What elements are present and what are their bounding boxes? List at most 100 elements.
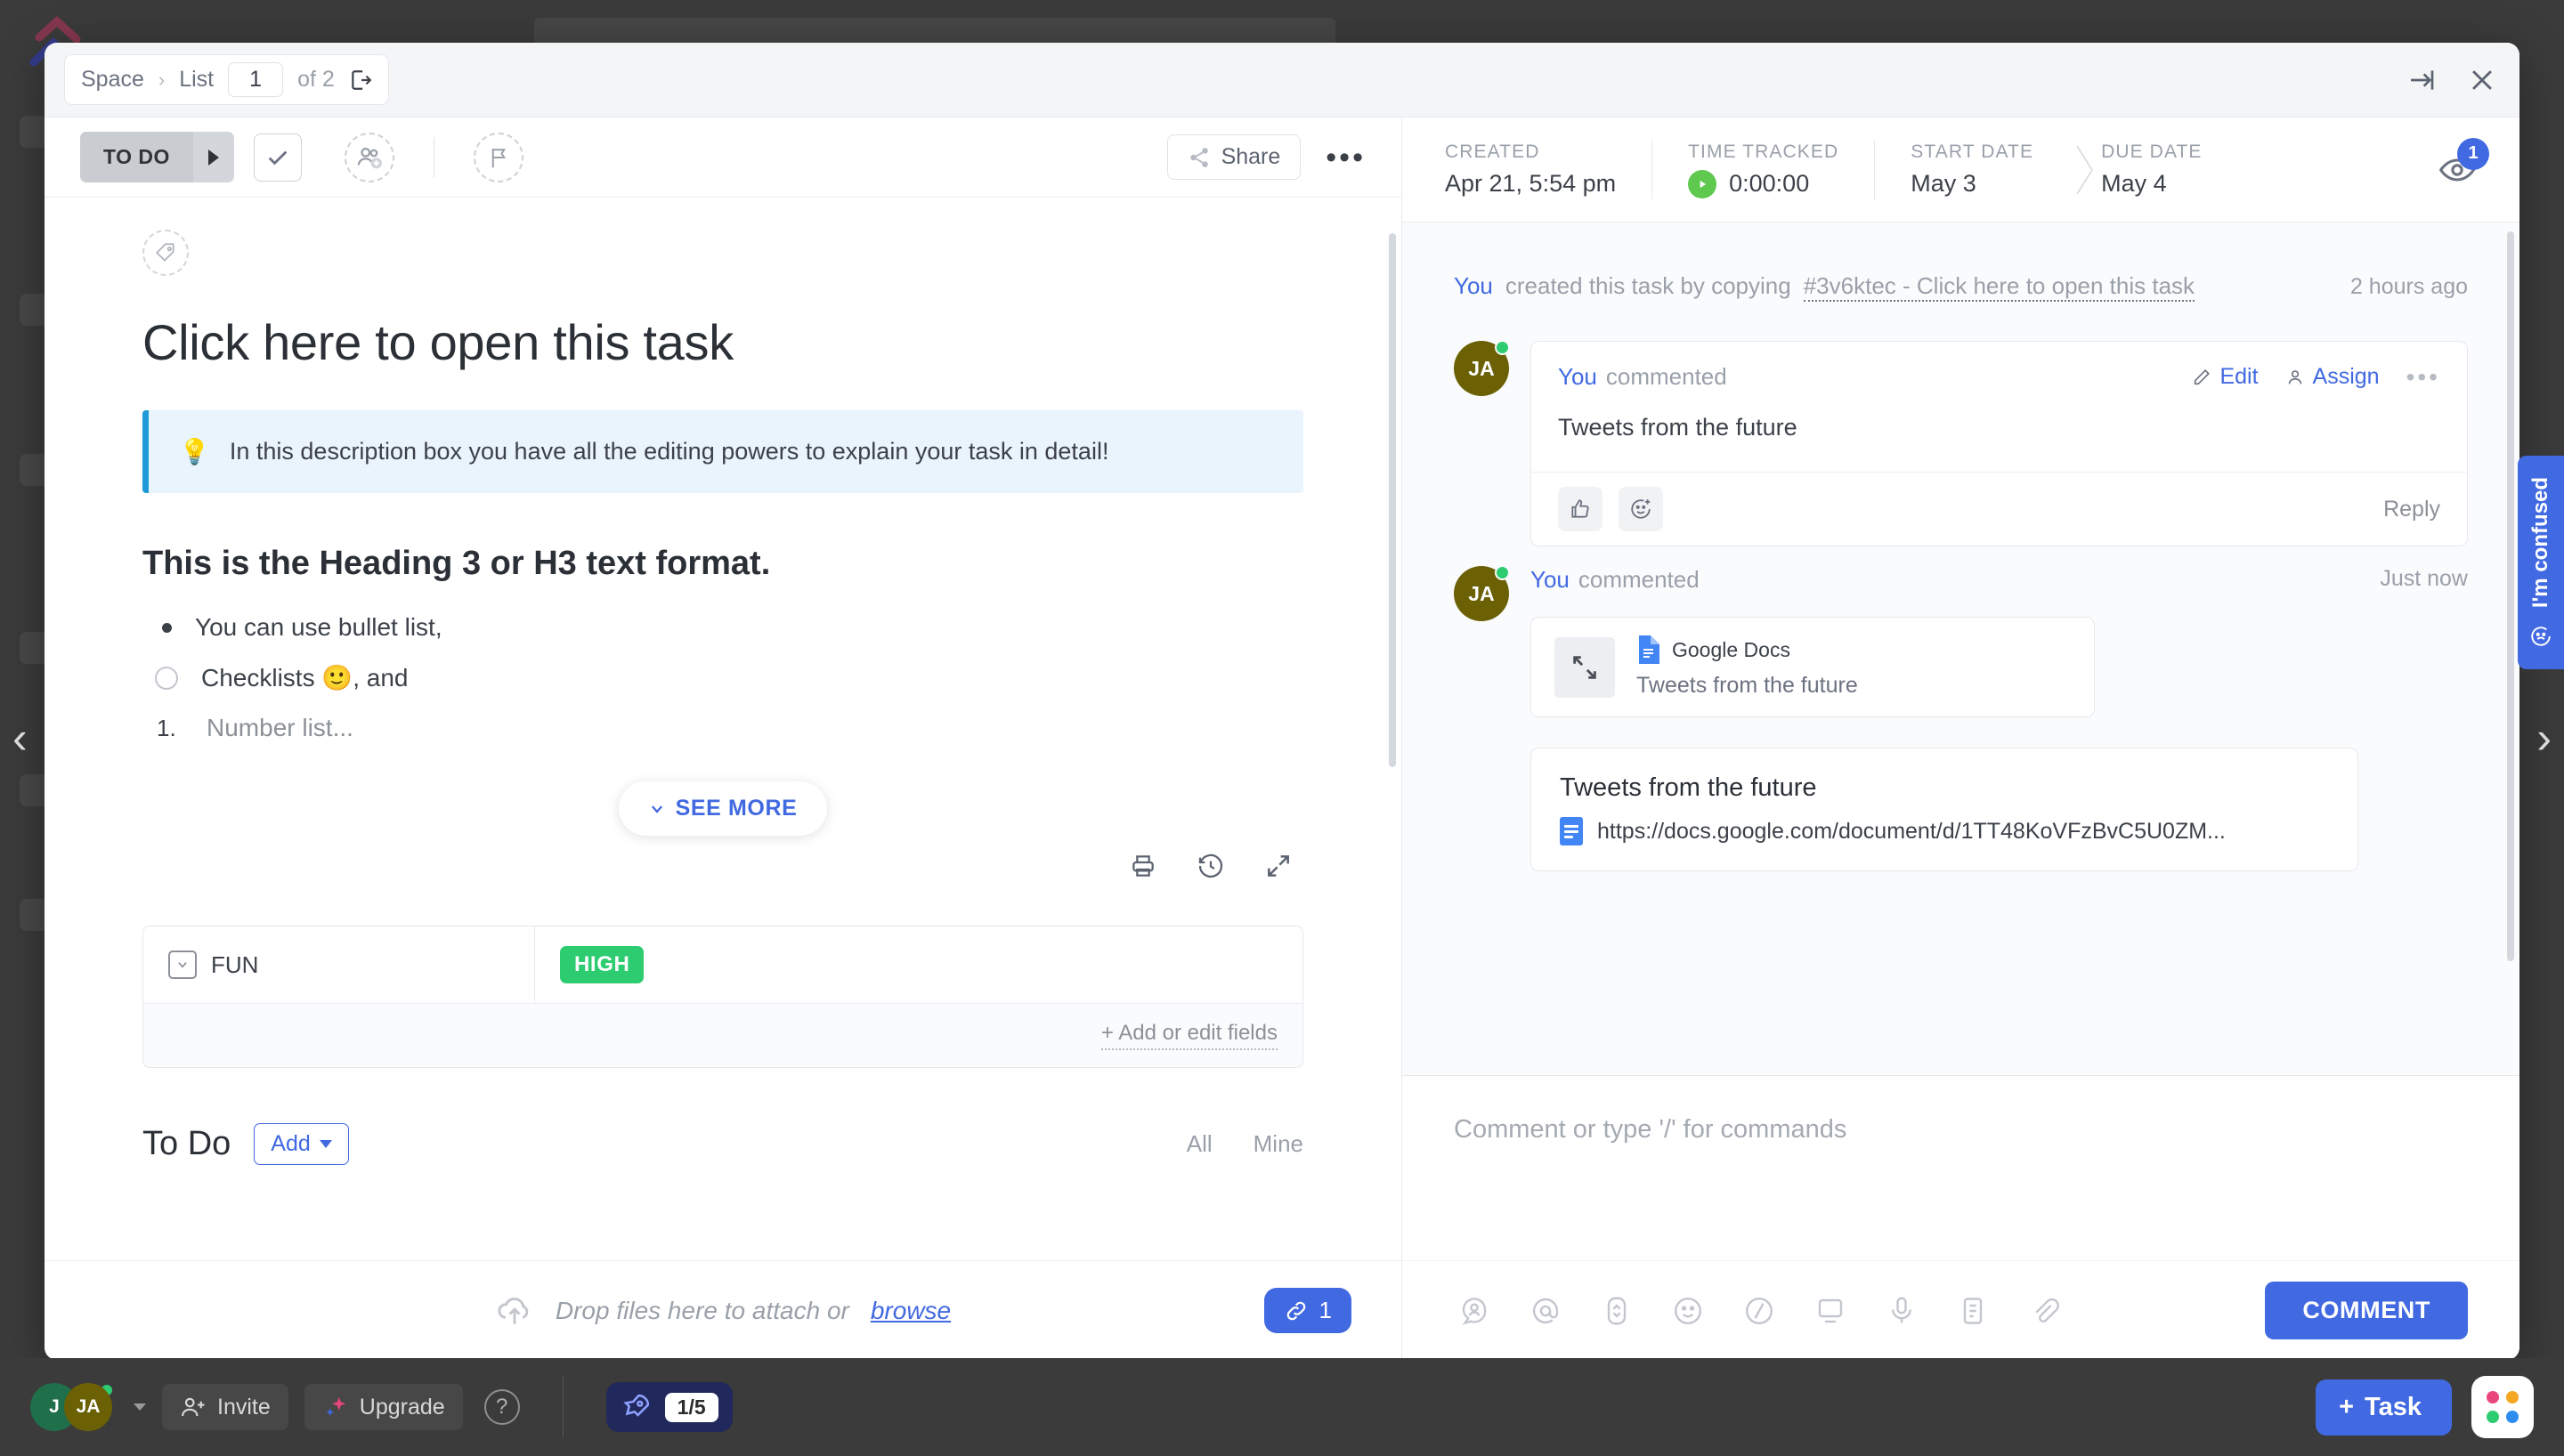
add-or-edit-fields-button[interactable]: + Add or edit fields bbox=[1100, 1021, 1278, 1050]
status-dropdown[interactable]: TO DO bbox=[80, 132, 234, 182]
list-item-label: Checklists 🙂, and bbox=[201, 664, 409, 692]
filter-all[interactable]: All bbox=[1187, 1130, 1213, 1158]
breadcrumb-list[interactable]: List bbox=[179, 67, 214, 93]
mark-complete-button[interactable] bbox=[253, 133, 302, 182]
meta-created[interactable]: CREATED Apr 21, 5:54 pm bbox=[1445, 142, 1651, 198]
history-icon[interactable] bbox=[1197, 852, 1225, 885]
feedback-tab[interactable]: I'm confused bbox=[2518, 456, 2564, 669]
add-reaction-icon[interactable] bbox=[1619, 487, 1663, 531]
invite-label: Invite bbox=[217, 1394, 271, 1420]
link-preview-title: Tweets from the future bbox=[1560, 773, 1817, 802]
status-label[interactable]: TO DO bbox=[80, 132, 193, 182]
open-in-new-icon[interactable] bbox=[349, 69, 372, 92]
priority-icon[interactable] bbox=[1596, 1290, 1637, 1331]
breadcrumb[interactable]: Space › List 1 of 2 bbox=[64, 54, 389, 105]
attachment-count-button[interactable]: 1 bbox=[1263, 1288, 1351, 1333]
upgrade-label: Upgrade bbox=[359, 1394, 445, 1420]
comment-actor[interactable]: You bbox=[1558, 363, 1597, 391]
close-icon[interactable] bbox=[2464, 62, 2500, 98]
avatar[interactable]: JA bbox=[64, 1383, 112, 1431]
task-more-options-button[interactable]: ••• bbox=[1326, 142, 1366, 173]
reply-button[interactable]: Reply bbox=[2383, 497, 2440, 522]
filter-mine[interactable]: Mine bbox=[1254, 1130, 1303, 1158]
comment-actor[interactable]: You bbox=[1530, 566, 1570, 594]
comment-more-options-button[interactable]: ••• bbox=[2406, 364, 2440, 390]
meta-time-tracked-label: TIME TRACKED bbox=[1688, 141, 1839, 162]
page-title[interactable]: Click here to open this task bbox=[142, 313, 1303, 371]
apps-grid-button[interactable] bbox=[2471, 1376, 2534, 1438]
edit-label: Edit bbox=[2219, 364, 2259, 389]
emoji-icon[interactable] bbox=[1667, 1290, 1708, 1331]
carousel-prev-arrow[interactable]: ‹ bbox=[12, 712, 28, 764]
help-button[interactable]: ? bbox=[483, 1389, 520, 1425]
expand-icon[interactable] bbox=[1264, 852, 1293, 885]
edit-comment-button[interactable]: Edit bbox=[2192, 364, 2259, 390]
attach-icon[interactable] bbox=[2024, 1290, 2065, 1331]
activity-action-text: created this task by copying bbox=[1505, 272, 1791, 299]
status-next-arrow-icon[interactable] bbox=[192, 132, 234, 182]
meta-time-tracked[interactable]: TIME TRACKED 0:00:00 bbox=[1652, 142, 1874, 198]
page-number-input[interactable]: 1 bbox=[228, 62, 284, 97]
assign-comment-button[interactable]: Assign bbox=[2285, 364, 2380, 390]
comment-action: commented bbox=[1605, 363, 1727, 390]
chevron-down-icon[interactable] bbox=[134, 1403, 146, 1411]
add-assignee-button[interactable] bbox=[344, 132, 394, 182]
date-range-chevron-icon bbox=[2069, 144, 2101, 196]
thumbs-up-icon[interactable] bbox=[1558, 487, 1602, 531]
avatar-initials: JA bbox=[1468, 581, 1495, 605]
status-badge[interactable]: HIGH bbox=[560, 946, 645, 983]
print-icon[interactable] bbox=[1129, 852, 1157, 885]
slash-command-icon[interactable] bbox=[1739, 1290, 1780, 1331]
assign-label: Assign bbox=[2312, 364, 2380, 389]
audio-icon[interactable] bbox=[1881, 1290, 1922, 1331]
see-more-button[interactable]: SEE MORE bbox=[618, 781, 828, 836]
link-preview-card[interactable]: Tweets from the future https://docs.goog… bbox=[1530, 748, 2358, 871]
meta-start-date[interactable]: START DATE May 3 bbox=[1875, 142, 2069, 198]
browse-link[interactable]: browse bbox=[871, 1297, 951, 1325]
watchers-button[interactable]: 1 bbox=[2438, 137, 2489, 190]
collapse-icon[interactable] bbox=[2404, 62, 2439, 98]
field-name-cell[interactable]: FUN bbox=[143, 926, 535, 1003]
avatar-group[interactable]: J JA bbox=[30, 1383, 114, 1431]
meta-due-date-value: May 4 bbox=[2101, 170, 2167, 197]
composer-toolbar: COMMENT bbox=[1402, 1260, 2519, 1360]
field-value-cell[interactable]: HIGH bbox=[535, 926, 1302, 1003]
share-button[interactable]: Share bbox=[1166, 134, 1302, 180]
activity-actor[interactable]: You bbox=[1454, 272, 1493, 300]
person-icon bbox=[2285, 368, 2305, 387]
upgrade-button[interactable]: Upgrade bbox=[304, 1384, 463, 1430]
mention-icon[interactable] bbox=[1525, 1290, 1566, 1331]
doc-icon[interactable] bbox=[1952, 1290, 1993, 1331]
activity-task-link[interactable]: #3v6ktec - Click here to open this task bbox=[1803, 272, 2195, 302]
avatar[interactable]: JA bbox=[1454, 565, 1510, 621]
comment-input[interactable]: Comment or type '/' for commands bbox=[1402, 1076, 2519, 1260]
assignee-icon[interactable] bbox=[1454, 1290, 1495, 1331]
new-task-button[interactable]: + Task bbox=[2316, 1379, 2452, 1436]
modal-body: TO DO Share ••• Click here to open this … bbox=[45, 117, 2519, 1360]
link-preview-url[interactable]: https://docs.google.com/document/d/1TT48… bbox=[1597, 819, 2226, 845]
carousel-next-arrow[interactable]: › bbox=[2536, 712, 2552, 764]
breadcrumb-space[interactable]: Space bbox=[81, 67, 144, 93]
attachment-dropzone[interactable]: Drop files here to attach or browse 1 bbox=[45, 1260, 1401, 1360]
screen-record-icon[interactable] bbox=[1810, 1290, 1851, 1331]
set-priority-button[interactable] bbox=[473, 132, 523, 182]
description-list: You can use bullet list, Checklists 🙂, a… bbox=[142, 613, 1303, 742]
comment-composer: Comment or type '/' for commands COMMENT bbox=[1402, 1075, 2519, 1360]
attachment-card[interactable]: Google Docs Tweets from the future bbox=[1530, 617, 2095, 717]
add-tag-button[interactable] bbox=[142, 230, 189, 276]
avatar[interactable]: JA bbox=[1454, 340, 1510, 396]
task-detail-modal: Space › List 1 of 2 TO DO Share ••• Clic… bbox=[45, 43, 2519, 1360]
comment-timestamp: Just now bbox=[2380, 566, 2468, 591]
checklist-icon[interactable] bbox=[155, 666, 178, 690]
meta-created-label: CREATED bbox=[1445, 142, 1540, 162]
activity-scrollbar[interactable] bbox=[2507, 231, 2514, 961]
left-scrollbar[interactable] bbox=[1389, 233, 1396, 767]
meta-due-date[interactable]: DUE DATE May 4 bbox=[2101, 142, 2237, 198]
task-left-pane: TO DO Share ••• Click here to open this … bbox=[45, 117, 1402, 1360]
add-subtask-button[interactable]: Add bbox=[254, 1123, 349, 1165]
onboarding-progress-button[interactable]: 1/5 bbox=[605, 1382, 733, 1432]
play-icon[interactable] bbox=[1688, 169, 1717, 198]
expand-thumbnail-icon[interactable] bbox=[1554, 636, 1615, 698]
invite-button[interactable]: Invite bbox=[162, 1384, 288, 1430]
submit-comment-button[interactable]: COMMENT bbox=[2265, 1282, 2468, 1339]
